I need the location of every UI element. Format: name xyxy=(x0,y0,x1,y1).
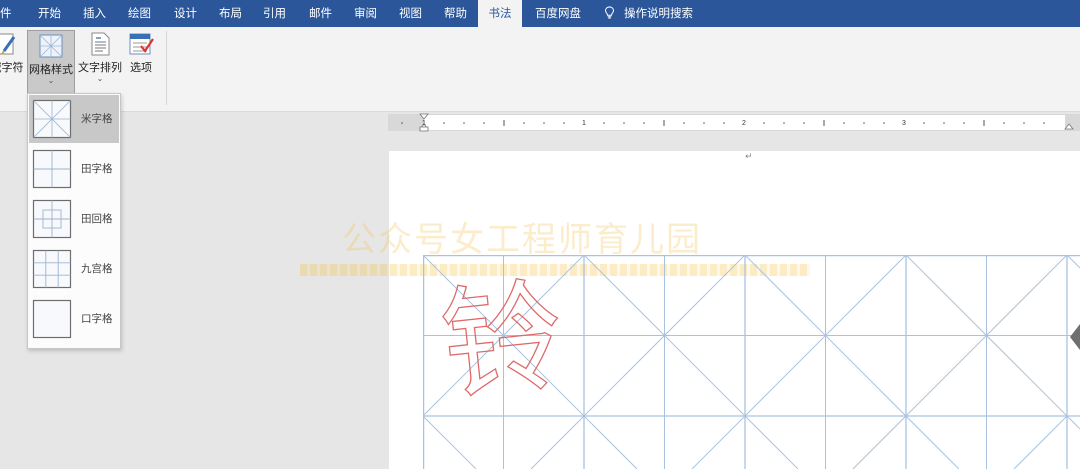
chevron-down-icon: ⌄ xyxy=(47,76,55,85)
tab-baidu-netdisk[interactable]: 百度网盘 xyxy=(535,0,581,27)
brush-pen-icon xyxy=(0,33,16,55)
kou-grid-icon xyxy=(32,299,72,339)
grid-option-jiugong[interactable]: 九宫格 xyxy=(29,245,119,293)
paragraph-mark: ↵ xyxy=(745,152,753,162)
nine-square-grid-icon xyxy=(32,249,72,289)
tab-references[interactable]: 引用 xyxy=(263,0,286,27)
tab-home[interactable]: 开始 xyxy=(38,0,61,27)
tianhui-grid-icon xyxy=(32,199,72,239)
tab-view[interactable]: 视图 xyxy=(399,0,422,27)
group-separator xyxy=(166,31,167,105)
reduce-char-button[interactable]: 减字符 xyxy=(0,31,26,91)
watermark-text: 公众号女工程师育儿园 xyxy=(342,220,702,260)
grid-option-label: 九宫格 xyxy=(81,263,113,275)
grid-option-label: 田回格 xyxy=(81,213,113,225)
options-checklist-icon xyxy=(129,33,154,55)
tab-mailings[interactable]: 邮件 xyxy=(309,0,332,27)
tab-file[interactable]: 件 xyxy=(0,0,12,27)
tell-me-label: 操作说明搜索 xyxy=(624,6,693,20)
tab-design[interactable]: 设计 xyxy=(174,0,197,27)
chevron-down-icon: ⌄ xyxy=(96,74,104,83)
options-label: 选项 xyxy=(130,61,152,74)
text-arrange-button[interactable]: 文字排列 ⌄ xyxy=(76,31,124,91)
calligraphy-character: 铃 xyxy=(435,264,571,418)
side-panel-collapse-icon[interactable] xyxy=(1068,322,1080,352)
tian-grid-icon xyxy=(32,149,72,189)
grid-option-kou[interactable]: 口字格 xyxy=(29,295,119,343)
lightbulb-icon xyxy=(604,6,615,19)
ribbon-tab-bar: 件 开始 插入 绘图 设计 布局 引用 邮件 审阅 视图 帮助 书法 百度网盘 … xyxy=(0,0,1080,27)
text-arrange-icon xyxy=(91,32,110,56)
grid-style-dropdown: 米字格 田字格 田回格 九宫格 口字格 xyxy=(27,93,121,349)
tab-insert[interactable]: 插入 xyxy=(83,0,106,27)
reduce-char-label: 减字符 xyxy=(0,61,24,74)
grid-option-tianhui[interactable]: 田回格 xyxy=(29,195,119,243)
tab-calligraphy[interactable]: 书法 xyxy=(478,0,522,27)
tell-me-search[interactable]: 操作说明搜索 xyxy=(604,0,693,27)
grid-option-tian[interactable]: 田字格 xyxy=(29,145,119,193)
grid-option-label: 米字格 xyxy=(81,113,113,125)
horizontal-ruler: 1 1 2 3 xyxy=(388,113,1080,132)
ribbon-panel: 减字符 网格样式 ⌄ 文字排列 ⌄ xyxy=(0,27,1080,112)
ruler-number: 1 xyxy=(582,120,586,127)
grid-style-button[interactable]: 网格样式 ⌄ xyxy=(27,30,75,94)
ruler-number: 1 xyxy=(422,120,426,127)
tab-layout[interactable]: 布局 xyxy=(219,0,242,27)
ruler-number: 3 xyxy=(902,120,906,127)
tab-help[interactable]: 帮助 xyxy=(444,0,467,27)
ruler-number: 2 xyxy=(742,120,746,127)
calligraphy-grid[interactable]: 铃 xyxy=(423,255,1080,469)
mi-grid-icon xyxy=(32,99,72,139)
tab-draw[interactable]: 绘图 xyxy=(128,0,151,27)
grid-style-icon xyxy=(39,34,63,58)
grid-option-mi[interactable]: 米字格 xyxy=(29,95,119,143)
grid-option-label: 口字格 xyxy=(81,313,113,325)
tab-review[interactable]: 审阅 xyxy=(354,0,377,27)
grid-option-label: 田字格 xyxy=(81,163,113,175)
text-arrange-label: 文字排列 xyxy=(78,61,122,74)
options-button[interactable]: 选项 xyxy=(124,31,158,91)
grid-style-label: 网格样式 xyxy=(29,63,73,76)
